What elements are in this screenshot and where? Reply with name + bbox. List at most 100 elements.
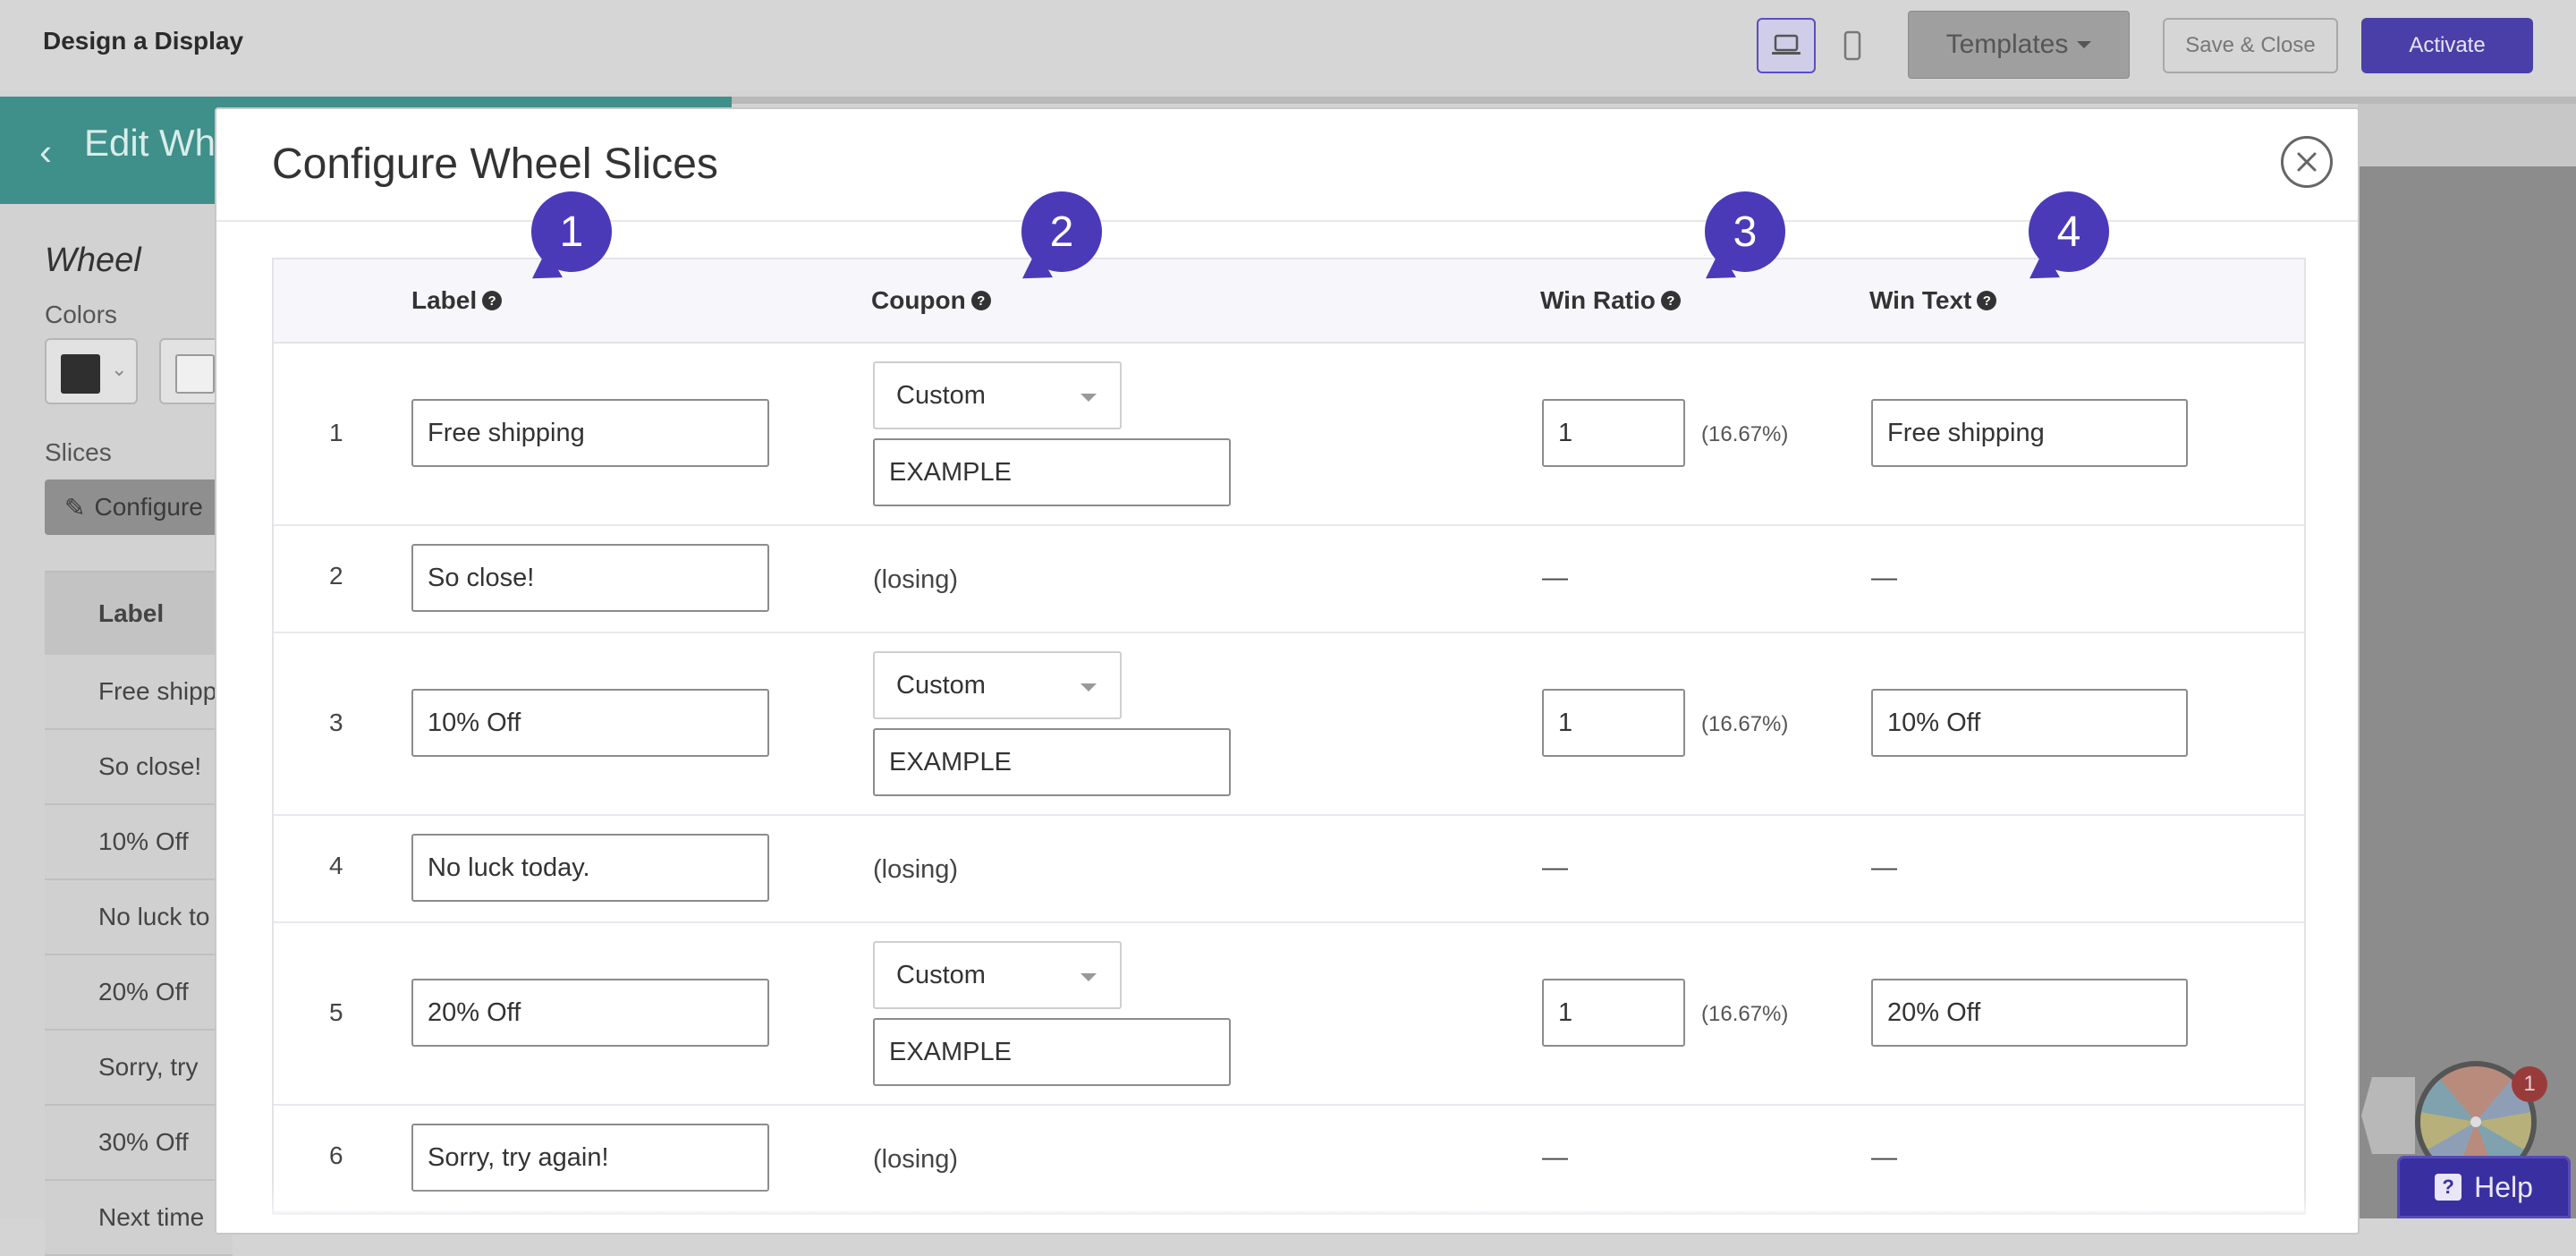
table-row: 3 Custom (16.67%) xyxy=(274,633,2304,816)
column-title: Win Ratio xyxy=(1540,286,1656,314)
laptop-icon xyxy=(1772,34,1801,55)
win-text-empty: — xyxy=(1871,1143,1897,1172)
table-row: 5 Custom (16.67%) xyxy=(274,923,2304,1106)
win-ratio-input[interactable] xyxy=(1542,979,1685,1047)
pencil-icon: ✎ xyxy=(64,493,86,522)
table-row: 10% Off xyxy=(45,805,233,880)
select-value: Custom xyxy=(896,380,986,410)
win-ratio-empty: — xyxy=(1542,1143,1568,1172)
table-row: 30% Off xyxy=(45,1106,233,1181)
label-input[interactable] xyxy=(411,399,769,467)
win-ratio-empty: — xyxy=(1542,853,1568,882)
label-input[interactable] xyxy=(411,834,769,902)
progress-track xyxy=(732,97,2576,104)
win-text-empty: — xyxy=(1871,564,1897,592)
coupon-code-input[interactable] xyxy=(873,438,1231,506)
win-ratio-input[interactable] xyxy=(1542,399,1685,467)
help-icon[interactable]: ? xyxy=(1977,291,1997,310)
primary-color-picker[interactable]: ⌄ xyxy=(45,338,138,404)
color-swatch xyxy=(175,354,215,394)
help-icon[interactable]: ? xyxy=(482,291,503,310)
label-input[interactable] xyxy=(411,689,769,757)
chevron-down-icon: ⌄ xyxy=(111,358,128,380)
table-row: 1 Custom (16.67%) xyxy=(274,344,2304,526)
column-header-win-text: Win Text? xyxy=(1869,286,1997,315)
table-row: 20% Off xyxy=(45,955,233,1031)
table-row: Free shipp xyxy=(45,655,233,730)
help-button[interactable]: ? Help xyxy=(2397,1156,2571,1218)
column-title: Label xyxy=(411,286,478,314)
win-ratio-empty: — xyxy=(1542,564,1568,592)
caret-down-icon xyxy=(1080,683,1097,692)
modal-title: Configure Wheel Slices xyxy=(272,140,718,188)
slices-label: Slices xyxy=(45,438,112,466)
activate-button[interactable]: Activate xyxy=(2361,18,2533,73)
losing-text: (losing) xyxy=(873,855,959,884)
preview-area xyxy=(2358,166,2576,1218)
label-input[interactable] xyxy=(411,979,769,1047)
select-value: Custom xyxy=(896,670,986,700)
help-icon[interactable]: ? xyxy=(970,291,991,310)
table-row: 2 (losing) — — xyxy=(274,526,2304,633)
coupon-code-input[interactable] xyxy=(873,728,1231,796)
notification-badge: 1 xyxy=(2512,1066,2547,1102)
scroll-fade xyxy=(216,1188,2358,1233)
annotation-badge-3: 3 xyxy=(1705,191,1785,272)
wheel-tab[interactable] xyxy=(2361,1077,2415,1154)
configure-label: Configure xyxy=(94,493,203,521)
app-title: Design a Display xyxy=(43,27,244,55)
preview-toolbar xyxy=(2358,104,2576,166)
close-button[interactable] xyxy=(2281,136,2333,188)
help-label: Help xyxy=(2474,1170,2533,1203)
annotation-badge-4: 4 xyxy=(2029,191,2109,272)
win-ratio-percent: (16.67%) xyxy=(1701,422,1789,446)
templates-dropdown-button[interactable]: Templates xyxy=(1908,11,2130,79)
label-input[interactable] xyxy=(411,544,769,612)
caret-down-icon xyxy=(2077,41,2092,48)
edit-title: Edit Wh xyxy=(84,122,216,164)
wheel-hub xyxy=(2470,1116,2481,1127)
chevron-left-icon[interactable]: ‹ xyxy=(39,131,52,174)
row-number: 6 xyxy=(329,1141,343,1169)
slices-table: Label? Coupon? Win Ratio? Win Text? 1 Cu… xyxy=(272,258,2306,1215)
color-swatch xyxy=(61,354,100,394)
mobile-preview-button[interactable] xyxy=(1823,18,1882,73)
help-icon[interactable]: ? xyxy=(1660,291,1681,310)
column-header-coupon: Coupon? xyxy=(871,286,991,315)
caret-down-icon xyxy=(1080,973,1097,981)
losing-text: (losing) xyxy=(873,565,959,594)
win-text-input[interactable] xyxy=(1871,979,2188,1047)
coupon-code-input[interactable] xyxy=(873,1018,1231,1086)
table-row: No luck to xyxy=(45,880,233,955)
losing-text: (losing) xyxy=(873,1145,959,1174)
column-title: Coupon xyxy=(871,286,966,314)
label-input[interactable] xyxy=(411,1124,769,1192)
win-text-input[interactable] xyxy=(1871,399,2188,467)
colors-label: Colors xyxy=(45,301,117,328)
slices-summary-table: Label Free shipp So close! 10% Off No lu… xyxy=(45,571,233,1256)
close-icon xyxy=(2297,152,2317,172)
win-text-empty: — xyxy=(1871,853,1897,882)
win-text-input[interactable] xyxy=(1871,689,2188,757)
table-row: 4 (losing) — — xyxy=(274,816,2304,923)
table-row: Sorry, try xyxy=(45,1031,233,1106)
coupon-type-select[interactable]: Custom xyxy=(873,941,1122,1009)
table-header: Label xyxy=(45,571,233,655)
column-header-label: Label? xyxy=(411,286,503,315)
row-number: 5 xyxy=(329,998,343,1026)
configure-slices-button[interactable]: ✎ Configure xyxy=(45,479,233,535)
table-row: So close! xyxy=(45,730,233,805)
coupon-type-select[interactable]: Custom xyxy=(873,361,1122,429)
row-number: 2 xyxy=(329,562,343,590)
phone-icon xyxy=(1843,30,1861,61)
desktop-preview-button[interactable] xyxy=(1757,18,1816,73)
coupon-type-select[interactable]: Custom xyxy=(873,651,1122,719)
select-value: Custom xyxy=(896,960,986,989)
row-number: 3 xyxy=(329,709,343,736)
annotation-badge-2: 2 xyxy=(1021,191,1102,272)
win-ratio-percent: (16.67%) xyxy=(1701,1002,1789,1026)
column-title: Win Text xyxy=(1869,286,1972,314)
save-close-button[interactable]: Save & Close xyxy=(2163,18,2338,73)
win-ratio-input[interactable] xyxy=(1542,689,1685,757)
row-number: 1 xyxy=(329,419,343,446)
